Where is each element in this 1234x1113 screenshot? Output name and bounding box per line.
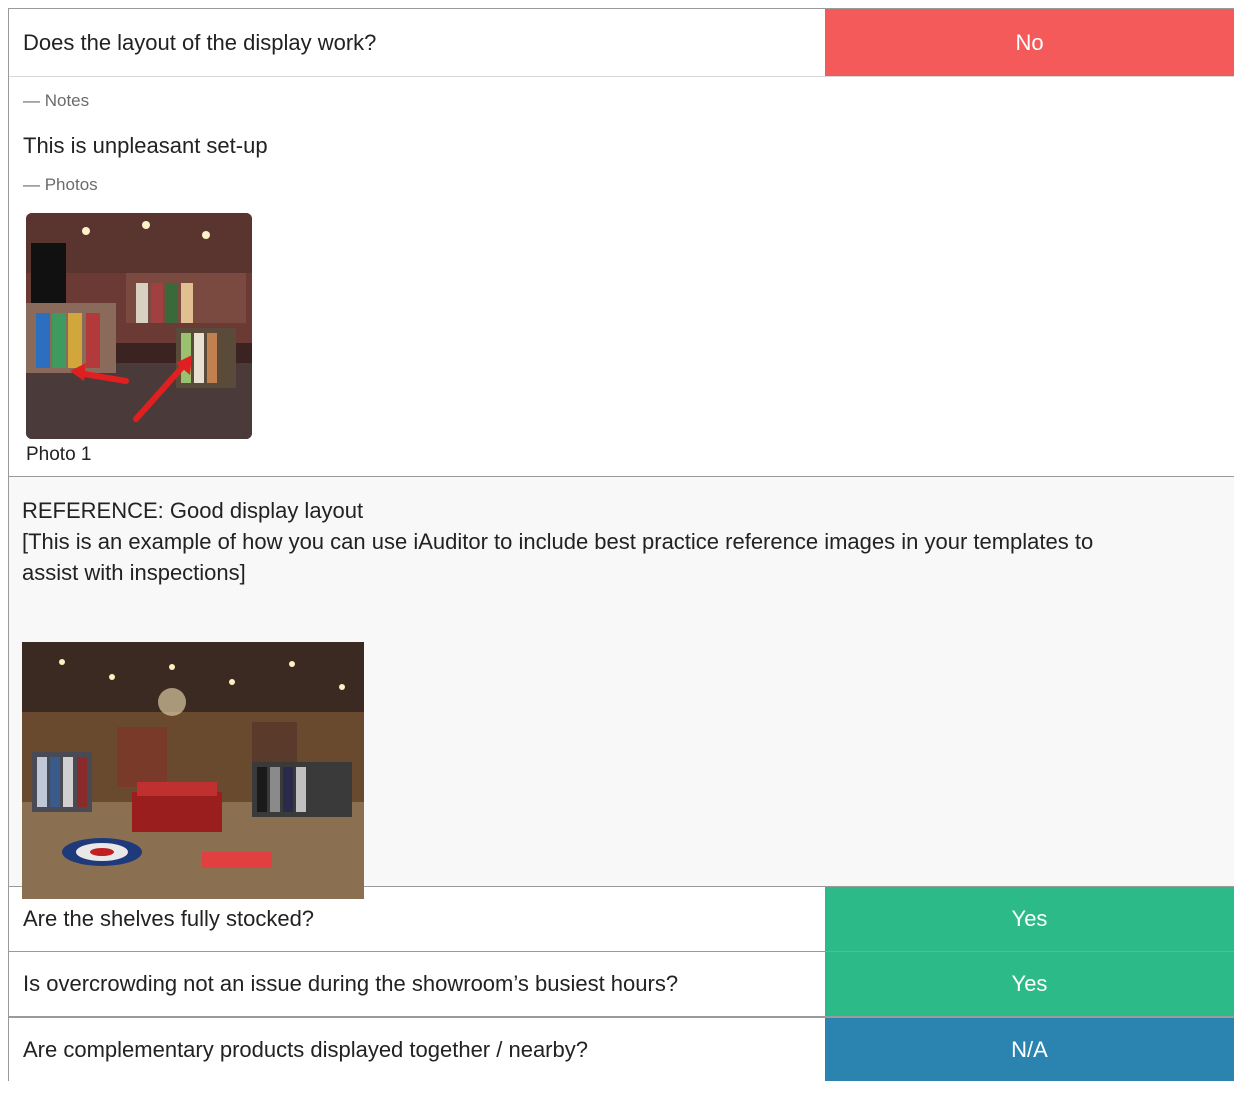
reference-block: REFERENCE: Good display layout [This is … <box>9 476 1234 899</box>
notes-text: This is unpleasant set-up <box>23 133 268 158</box>
photo-thumbnail[interactable] <box>26 213 252 439</box>
reference-title: REFERENCE: Good display layout <box>22 498 364 523</box>
answer-badge-yes[interactable]: Yes <box>825 887 1234 951</box>
question-row-overcrowding: Is overcrowding not an issue during the … <box>9 951 1234 1016</box>
question-row-shelves-stocked: Are the shelves fully stocked? Yes <box>9 886 1234 951</box>
notes-label: — Notes <box>23 91 90 110</box>
question-row-complementary-products: Are complementary products displayed tog… <box>9 1016 1234 1081</box>
answer-badge-no[interactable]: No <box>825 9 1234 76</box>
answer-badge-na[interactable]: N/A <box>825 1018 1234 1081</box>
reference-image <box>22 642 364 899</box>
inspection-report: Does the layout of the display work? No … <box>8 8 1234 1081</box>
answer-badge-yes[interactable]: Yes <box>825 952 1234 1016</box>
photo-item[interactable]: Photo 1 <box>26 213 252 466</box>
question-text: Are the shelves fully stocked? <box>23 906 315 931</box>
question-text: Does the layout of the display work? <box>23 29 377 55</box>
question-text: Are complementary products displayed tog… <box>23 1036 588 1062</box>
question-row-display-layout: Does the layout of the display work? No <box>9 8 1234 76</box>
photos-label: — Photos <box>23 175 98 194</box>
question-details: — Notes This is unpleasant set-up — Phot… <box>9 76 1234 476</box>
photo-caption: Photo 1 <box>26 444 92 465</box>
reference-description: [This is an example of how you can use i… <box>22 529 1094 585</box>
question-text: Is overcrowding not an issue during the … <box>23 971 679 996</box>
